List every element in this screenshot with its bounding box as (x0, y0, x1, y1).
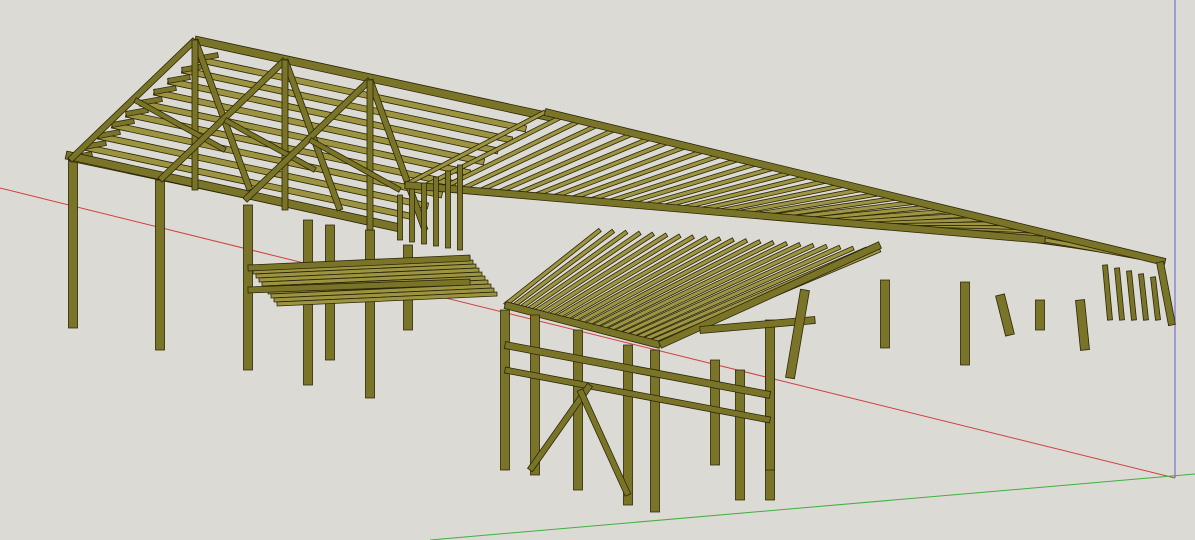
gable-stud[interactable] (445, 170, 451, 249)
post[interactable] (995, 293, 1015, 337)
post[interactable] (785, 288, 810, 380)
post[interactable] (155, 179, 165, 351)
timber-frame-model[interactable] (64, 35, 1176, 513)
green-axis (429, 473, 1195, 540)
post[interactable] (960, 281, 970, 366)
king-post[interactable] (191, 39, 199, 191)
brace[interactable] (576, 388, 632, 497)
porch-sill[interactable] (503, 366, 772, 424)
post[interactable] (1075, 299, 1090, 351)
gable-stud[interactable] (409, 188, 415, 243)
king-post[interactable] (366, 79, 374, 231)
gable-stud[interactable] (1150, 276, 1161, 321)
gable-stud[interactable] (1138, 273, 1149, 321)
post[interactable] (1035, 299, 1045, 331)
gable-stud[interactable] (421, 182, 427, 245)
gable-stud[interactable] (457, 164, 463, 251)
sketchup-viewport[interactable] (0, 0, 1195, 540)
porch-beam[interactable] (503, 341, 772, 399)
post[interactable] (880, 279, 890, 349)
post[interactable] (68, 159, 78, 329)
model-canvas[interactable] (0, 0, 1195, 540)
gable-stud[interactable] (1102, 264, 1113, 321)
porch-post[interactable] (530, 314, 540, 476)
gable-stud[interactable] (433, 176, 439, 247)
gable-stud[interactable] (1126, 270, 1137, 321)
post[interactable] (365, 229, 375, 399)
porch-post[interactable] (500, 309, 510, 471)
gable-stud[interactable] (397, 194, 403, 241)
king-post[interactable] (281, 59, 289, 211)
gable-stud[interactable] (1114, 267, 1125, 321)
